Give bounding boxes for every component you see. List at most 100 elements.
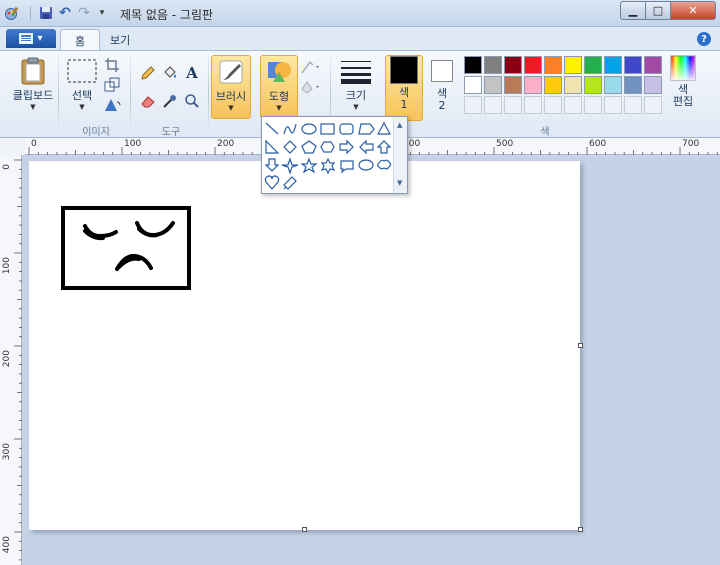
resize-icon[interactable] <box>102 75 122 95</box>
clipboard-button[interactable]: 클립보드 ▼ <box>8 55 58 111</box>
outline-icon[interactable] <box>300 57 320 77</box>
custom-color-slot[interactable] <box>524 96 542 114</box>
paint-app-icon[interactable] <box>4 5 20 21</box>
color-swatch[interactable] <box>504 76 522 94</box>
pentagon-shape-icon <box>301 140 317 154</box>
color-swatch[interactable] <box>604 76 622 94</box>
color-swatch[interactable] <box>644 76 662 94</box>
size-button[interactable]: 크기 ▼ <box>336 55 376 111</box>
custom-color-slot[interactable] <box>464 96 482 114</box>
minimize-button[interactable]: ▁ <box>620 1 646 20</box>
scroll-up-icon[interactable]: ▲ <box>397 121 402 129</box>
color-picker-icon[interactable] <box>160 91 180 111</box>
customize-quick-access-icon[interactable]: ▾ <box>94 5 110 21</box>
select-button[interactable]: 선택 ▼ <box>64 55 100 111</box>
oval-callout-shape-icon <box>358 159 374 171</box>
rotate-icon[interactable] <box>102 95 122 115</box>
color-swatch[interactable] <box>644 56 662 74</box>
rounded-callout-shape-icon <box>340 160 354 174</box>
line-size-icon <box>340 55 372 87</box>
title-bar: ↶ ↷ ▾ 제목 없음 - 그림판 ▁ □ ✕ <box>0 0 720 27</box>
redo-icon[interactable]: ↷ <box>76 5 92 21</box>
custom-color-slot[interactable] <box>484 96 502 114</box>
custom-color-slot[interactable] <box>604 96 622 114</box>
tab-home[interactable]: 홈 <box>60 29 101 51</box>
close-button[interactable]: ✕ <box>670 1 716 20</box>
scroll-down-icon[interactable]: ▼ <box>397 179 402 187</box>
fill-bucket-icon[interactable] <box>160 63 180 83</box>
brushes-button[interactable]: 브러시 ▼ <box>211 55 251 119</box>
vertical-ruler: 0 100 200 300 400 <box>0 155 22 565</box>
paint-menu-button[interactable]: ▾ <box>6 29 56 48</box>
resize-handle-right[interactable] <box>578 343 583 348</box>
shapes-scrollbar[interactable]: ▲ ▼ <box>393 117 407 193</box>
text-tool-icon[interactable]: A <box>182 63 202 83</box>
maximize-button[interactable]: □ <box>645 1 671 20</box>
shapes-icon <box>263 56 295 88</box>
drawn-right-stroke <box>135 221 175 238</box>
chevron-down-icon: ▼ <box>79 103 85 111</box>
custom-color-slot[interactable] <box>624 96 642 114</box>
ruler-label: 0 <box>31 139 37 149</box>
rounded-rectangle-shape-icon <box>339 123 354 135</box>
color-swatch[interactable] <box>564 76 582 94</box>
eraser-icon[interactable] <box>138 91 158 111</box>
drawing-canvas[interactable] <box>29 161 580 530</box>
color-swatch[interactable] <box>584 76 602 94</box>
color-swatch[interactable] <box>544 76 562 94</box>
chevron-down-icon: ▼ <box>228 104 234 112</box>
colors-group-label: 색 <box>540 127 550 138</box>
color1-button[interactable]: 색 1 <box>385 55 423 121</box>
down-arrow-shape-icon <box>264 158 280 172</box>
diamond-shape-icon <box>283 140 297 154</box>
hexagon-shape-icon <box>320 141 335 153</box>
color-swatch[interactable] <box>624 56 642 74</box>
clipboard-icon <box>17 55 49 87</box>
custom-color-slot[interactable] <box>504 96 522 114</box>
lightning-shape-icon <box>283 176 297 190</box>
drawn-rectangle <box>61 206 191 290</box>
oval-shape-icon <box>301 123 317 135</box>
rectangle-shape-icon <box>320 123 335 135</box>
custom-color-slot[interactable] <box>564 96 582 114</box>
tab-view[interactable]: 보기 <box>96 29 144 51</box>
color-swatch[interactable] <box>484 56 502 74</box>
color-swatch[interactable] <box>624 76 642 94</box>
color-swatch[interactable] <box>464 76 482 94</box>
color2-button[interactable]: 색 2 <box>426 55 458 112</box>
drawing-content <box>61 206 191 290</box>
edit-colors-button[interactable]: 색 편집 <box>668 55 698 108</box>
pencil-icon[interactable] <box>138 63 158 83</box>
up-arrow-shape-icon <box>376 140 392 154</box>
rainbow-icon <box>670 55 696 81</box>
color-swatch[interactable] <box>544 56 562 74</box>
fill-icon[interactable] <box>300 77 320 97</box>
crop-icon[interactable] <box>102 55 122 75</box>
resize-handle-bottom[interactable] <box>302 527 307 532</box>
save-icon[interactable] <box>38 5 54 21</box>
color-swatch[interactable] <box>584 56 602 74</box>
shapes-label: 도형 <box>268 90 290 103</box>
drawn-bottom-stroke <box>115 253 153 271</box>
cloud-callout-shape-icon <box>376 159 392 170</box>
ruler-label: 100 <box>2 257 12 275</box>
color-swatch[interactable] <box>524 56 542 74</box>
color-swatch[interactable] <box>564 56 582 74</box>
custom-color-slot[interactable] <box>544 96 562 114</box>
undo-icon[interactable]: ↶ <box>57 5 73 21</box>
color-swatch[interactable] <box>464 56 482 74</box>
shapes-button[interactable]: 도형 ▼ <box>260 55 298 119</box>
color-swatch[interactable] <box>504 56 522 74</box>
color-swatch[interactable] <box>484 76 502 94</box>
color-swatch[interactable] <box>604 56 622 74</box>
heart-shape-icon <box>264 175 280 190</box>
color2-swatch <box>431 60 453 82</box>
magnifier-icon[interactable] <box>182 91 202 111</box>
help-icon[interactable]: ? <box>697 32 711 46</box>
resize-handle-corner[interactable] <box>578 527 583 532</box>
custom-color-slot[interactable] <box>644 96 662 114</box>
ruler-label: 200 <box>2 350 12 368</box>
color-swatch[interactable] <box>524 76 542 94</box>
five-point-star-shape-icon <box>300 157 318 174</box>
custom-color-slot[interactable] <box>584 96 602 114</box>
